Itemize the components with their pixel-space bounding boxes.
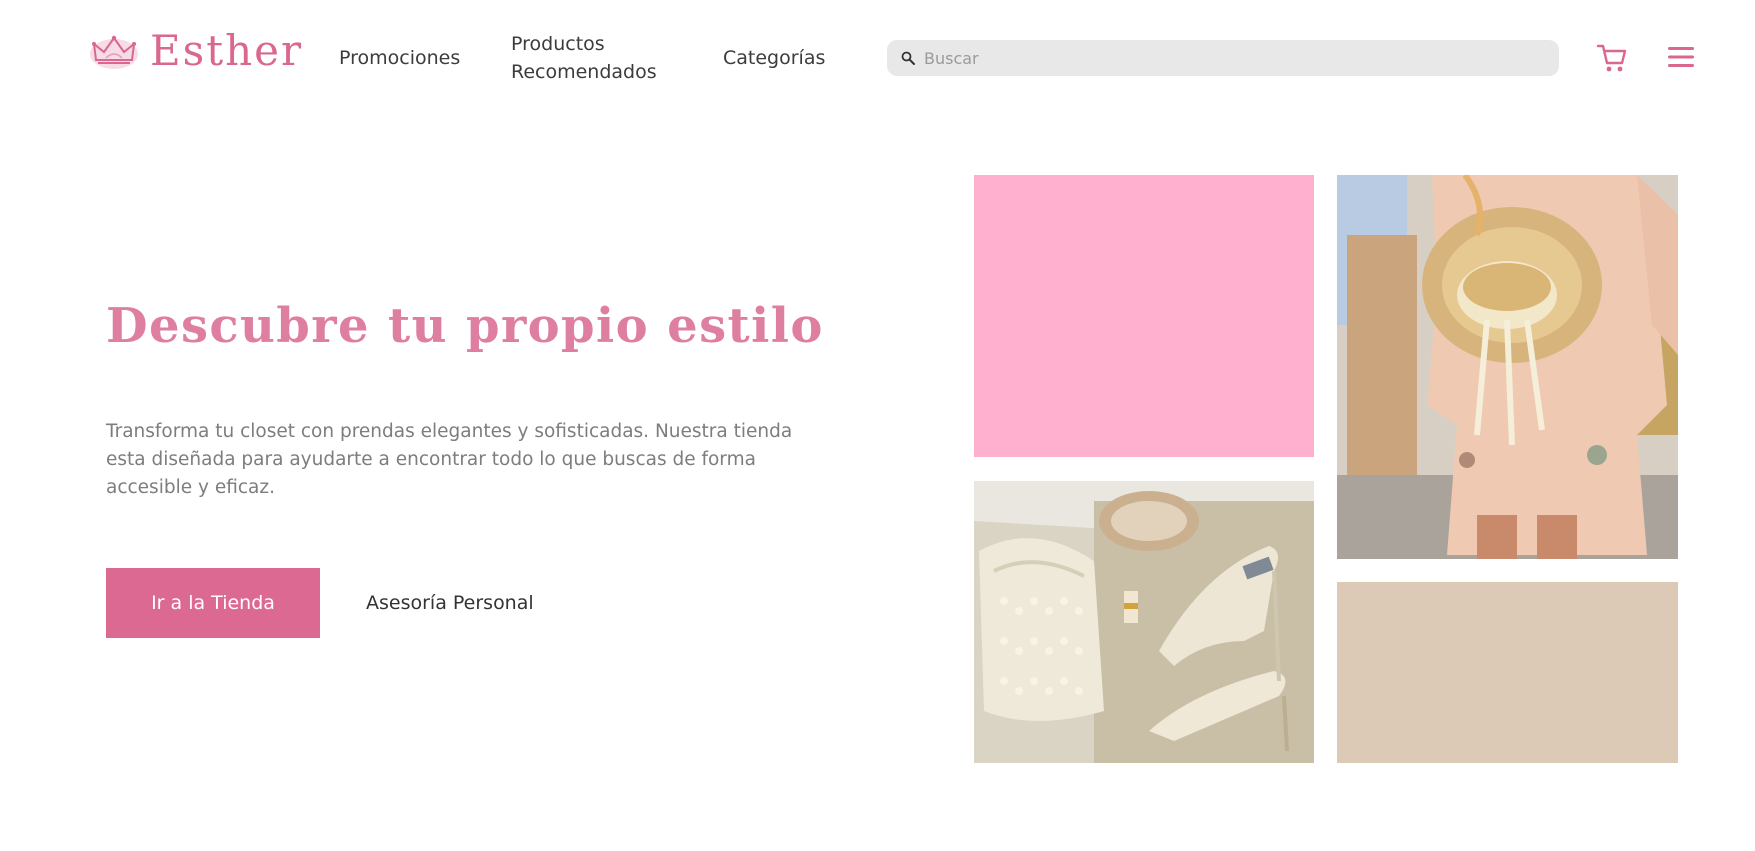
go-to-store-button[interactable]: Ir a la Tienda bbox=[106, 568, 320, 638]
beige-color-block bbox=[1337, 582, 1678, 763]
brand-logo[interactable]: Esther bbox=[86, 30, 303, 72]
search-input[interactable] bbox=[924, 48, 1524, 68]
cart-icon bbox=[1596, 44, 1627, 72]
search-bar[interactable] bbox=[887, 40, 1559, 76]
pink-color-block bbox=[974, 175, 1314, 457]
shoes-and-pearl-bag-photo bbox=[974, 481, 1314, 763]
personal-advice-button[interactable]: Asesoría Personal bbox=[366, 588, 534, 618]
nav-categorias[interactable]: Categorías bbox=[723, 44, 825, 72]
search-icon bbox=[901, 51, 915, 65]
menu-button[interactable] bbox=[1668, 46, 1694, 72]
hamburger-menu-icon bbox=[1668, 47, 1694, 67]
crown-icon bbox=[90, 35, 138, 69]
nav-productos-recomendados[interactable]: Productos Recomendados bbox=[511, 30, 657, 86]
woman-with-straw-hat-photo bbox=[1337, 175, 1678, 559]
brand-name: Esther bbox=[150, 26, 304, 75]
page: Esther Promociones Productos Recomendado… bbox=[0, 0, 1755, 851]
nav-promociones[interactable]: Promociones bbox=[339, 44, 460, 72]
nav-productos-line1: Productos bbox=[511, 33, 605, 55]
cart-button[interactable] bbox=[1596, 43, 1628, 77]
hero-title: Descubre tu propio estilo bbox=[106, 298, 824, 354]
hero-description: Transforma tu closet con prendas elegant… bbox=[106, 421, 793, 498]
nav-productos-line2: Recomendados bbox=[511, 61, 657, 83]
